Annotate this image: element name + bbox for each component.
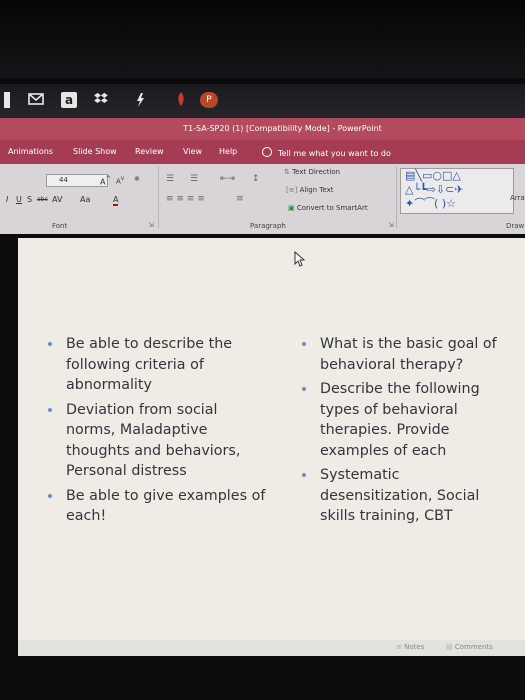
list-item: What is the basic goal of behavioral the… (302, 334, 510, 375)
font-color-button[interactable]: A (113, 195, 119, 206)
tell-me-label: Tell me what you want to do (278, 149, 391, 158)
list-item: Be able to describe the following criter… (48, 334, 266, 396)
bullet-icon (48, 407, 52, 412)
drawing-group-label: Draw (506, 222, 525, 230)
increase-font-icon[interactable]: A^ (100, 175, 111, 187)
notes-label: Notes (404, 643, 425, 651)
font-size-box[interactable]: 44 (46, 174, 108, 187)
shadow-button[interactable]: S (27, 195, 32, 204)
bullet-text: What is the basic goal of behavioral the… (320, 336, 497, 373)
pdf-icon[interactable] (176, 92, 186, 108)
change-case-button[interactable]: Aa (80, 195, 90, 204)
text-direction-label: Text Direction (292, 168, 341, 176)
bullet-icon (302, 473, 306, 477)
tab-slide-show[interactable]: Slide Show (73, 147, 117, 156)
monitor-bezel-bottom (0, 656, 525, 700)
ribbon-tabs: Animations Slide Show Review View Help T… (0, 140, 525, 164)
font-group-label: Font (52, 222, 68, 230)
convert-smartart-button[interactable]: ▣ Convert to SmartArt (288, 204, 368, 212)
bullet-icon (302, 387, 306, 391)
columns-icon[interactable]: ≡ (236, 194, 244, 204)
font-dialog-launcher-icon[interactable]: ⇲ (148, 221, 154, 229)
list-item: Be able to give examples of each! (48, 486, 266, 527)
bullet-text: Systematic desensitization, Social skill… (320, 467, 480, 524)
taskbar-edge-icon[interactable] (4, 92, 10, 108)
slide-canvas[interactable]: Be able to describe the following criter… (18, 238, 525, 656)
line-spacing-icon[interactable]: ↕ (252, 174, 260, 184)
paragraph-dialog-launcher-icon[interactable]: ⇲ (388, 221, 394, 229)
bullet-icon (302, 342, 306, 346)
numbering-icon[interactable]: ☰ (190, 174, 198, 184)
arrange-button[interactable]: Arra (510, 194, 525, 202)
ribbon-separator (396, 166, 397, 228)
underline-button[interactable]: U (16, 195, 22, 204)
tab-view[interactable]: View (183, 147, 202, 156)
bullet-icon (48, 493, 52, 498)
convert-smartart-label: Convert to SmartArt (296, 204, 368, 212)
align-buttons[interactable]: ≡ ≡ ≡ ≡ (166, 194, 205, 204)
taskbar: a P (0, 84, 525, 118)
comments-button[interactable]: ▤ Comments (446, 643, 493, 651)
powerpoint-icon[interactable]: P (200, 92, 218, 108)
strikethrough-button[interactable]: abc (37, 196, 48, 203)
clear-formatting-icon[interactable]: ✱ (134, 175, 140, 183)
window-titlebar: T1-SA-SP20 (1) [Compatibility Mode] - Po… (0, 118, 525, 140)
tab-animations[interactable]: Animations (8, 147, 53, 156)
amazon-icon[interactable]: a (61, 92, 77, 108)
lightbulb-icon (262, 147, 272, 157)
bullet-icon (48, 342, 52, 346)
paragraph-group-label: Paragraph (250, 222, 286, 230)
align-text-button[interactable]: [≡] Align Text (286, 186, 334, 194)
monitor-bezel (0, 0, 525, 78)
list-item: Deviation from social norms, Maladaptive… (48, 400, 266, 482)
tell-me-search[interactable]: Tell me what you want to do (262, 147, 391, 158)
notes-button[interactable]: ≡ Notes (396, 643, 424, 651)
ribbon-body: 44 A^ Av ✱ I U S abc AV Aa A Font ⇲ ☰ ☰ … (0, 164, 525, 234)
tab-help[interactable]: Help (219, 147, 237, 156)
bullet-text: Be able to give examples of each! (66, 487, 266, 525)
status-bar: ≡ Notes ▤ Comments (18, 640, 525, 656)
list-item: Systematic desensitization, Social skill… (302, 465, 510, 527)
char-spacing-button[interactable]: AV (52, 195, 62, 204)
align-text-label: Align Text (299, 186, 334, 194)
decrease-font-icon[interactable]: Av (116, 176, 124, 185)
comments-label: Comments (454, 643, 493, 651)
dropbox-icon[interactable] (94, 92, 108, 108)
tab-review[interactable]: Review (135, 147, 164, 156)
text-direction-button[interactable]: ⇅ Text Direction (284, 168, 340, 176)
mouse-pointer-icon (294, 250, 306, 271)
window-title: T1-SA-SP20 (1) [Compatibility Mode] - Po… (183, 124, 382, 133)
shapes-gallery[interactable]: ▤╲▭○□△ △└┗⇨⇩⊂✈ ✦⌒⁀( )☆ (400, 168, 514, 214)
ribbon-separator (158, 166, 159, 228)
list-item: Describe the following types of behavior… (302, 379, 510, 461)
indent-icon[interactable]: ⇤⇥ (220, 174, 235, 184)
bullet-text: Be able to describe the following criter… (66, 336, 233, 393)
bullet-text: Deviation from social norms, Maladaptive… (66, 401, 241, 480)
mail-icon[interactable] (28, 92, 44, 108)
bullets-icon[interactable]: ☰ (166, 174, 174, 184)
left-textbox[interactable]: Be able to describe the following criter… (48, 334, 266, 531)
italic-button[interactable]: I (6, 195, 8, 204)
right-textbox[interactable]: What is the basic goal of behavioral the… (302, 334, 510, 531)
bullet-text: Describe the following types of behavior… (320, 381, 480, 459)
sync-icon[interactable] (134, 92, 146, 108)
